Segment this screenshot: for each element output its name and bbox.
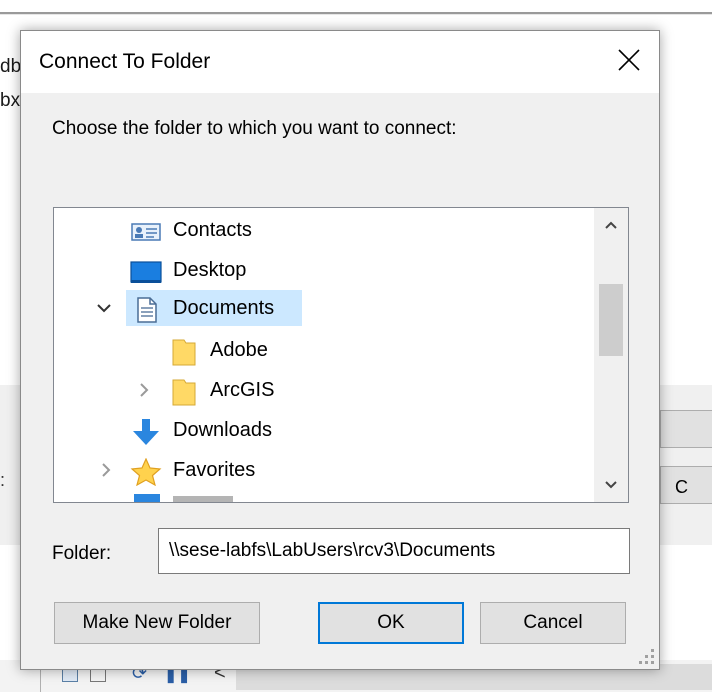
background-text-2: bx xyxy=(0,90,21,111)
tree-item-downloads[interactable]: Downloads xyxy=(54,414,594,446)
chevron-right-icon[interactable] xyxy=(134,374,154,406)
desktop-icon xyxy=(130,261,162,283)
folder-label: Folder: xyxy=(52,543,112,564)
tree-item-label: ArcGIS xyxy=(210,379,275,401)
chevron-down-icon xyxy=(605,481,617,489)
background-button-2[interactable]: C xyxy=(660,466,712,504)
star-icon xyxy=(130,458,162,486)
downloads-icon xyxy=(133,419,159,445)
folder-path-input[interactable] xyxy=(158,528,630,574)
background-button-1[interactable] xyxy=(660,410,712,448)
dialog-title: Connect To Folder xyxy=(39,50,211,73)
ok-button[interactable]: OK xyxy=(318,602,464,644)
folder-icon xyxy=(172,379,196,406)
background-glyph: : xyxy=(0,470,6,490)
tree-item-label: Favorites xyxy=(173,459,256,481)
resize-grip-icon[interactable] xyxy=(637,647,655,665)
background-text-1: db xyxy=(0,56,22,77)
chevron-up-icon xyxy=(605,221,617,229)
tree-item-favorites[interactable]: Favorites xyxy=(54,454,594,486)
documents-icon xyxy=(137,297,157,323)
background-window-edge-shade xyxy=(0,14,712,15)
tree-item-label: Downloads xyxy=(173,419,272,441)
tree-item-documents[interactable]: Documents xyxy=(54,290,594,326)
folder-tree[interactable]: Contacts Desktop Documents Adobe ArcGIS … xyxy=(53,207,629,503)
dialog-titlebar: Connect To Folder xyxy=(21,31,659,93)
close-icon xyxy=(618,49,640,71)
scroll-up-button[interactable] xyxy=(594,208,628,242)
scroll-down-button[interactable] xyxy=(594,468,628,502)
tree-item-contacts[interactable]: Contacts xyxy=(54,214,594,246)
tree-item-desktop[interactable]: Desktop xyxy=(54,254,594,286)
scroll-thumb[interactable] xyxy=(599,284,623,356)
partial-tree-item-label xyxy=(173,496,233,502)
contacts-icon xyxy=(131,223,161,241)
tree-item-adobe[interactable]: Adobe xyxy=(54,334,594,366)
tree-item-label: Documents xyxy=(173,297,275,319)
dialog-instruction: Choose the folder to which you want to c… xyxy=(52,118,457,139)
connect-to-folder-dialog: Connect To Folder Choose the folder to w… xyxy=(20,30,660,670)
make-new-folder-button[interactable]: Make New Folder xyxy=(54,602,260,644)
tree-item-label: Adobe xyxy=(210,339,268,361)
tree-vertical-scrollbar[interactable] xyxy=(594,208,628,502)
partial-tree-item-icon xyxy=(134,494,160,502)
chevron-down-icon[interactable] xyxy=(94,292,114,324)
close-button[interactable] xyxy=(599,31,659,89)
tree-item-label: Desktop xyxy=(173,259,247,281)
tree-item-arcgis[interactable]: ArcGIS xyxy=(54,374,594,406)
cancel-button[interactable]: Cancel xyxy=(480,602,626,644)
tree-item-label: Contacts xyxy=(173,219,252,241)
chevron-right-icon[interactable] xyxy=(96,454,116,486)
folder-icon xyxy=(172,339,196,366)
